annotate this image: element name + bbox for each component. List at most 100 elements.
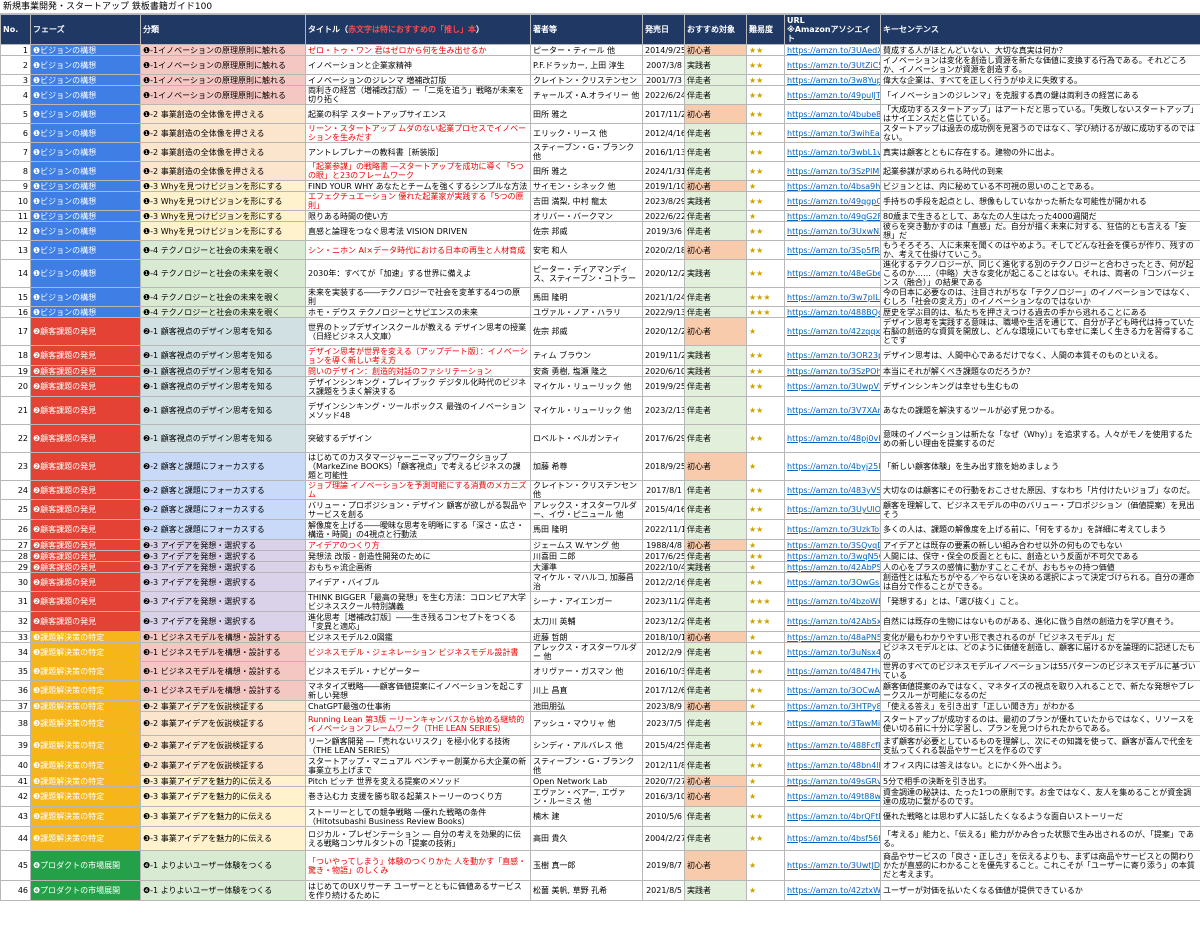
table-row[interactable]: 46 ❹プロダクトの市場展開 ❹-1 よりよいユーザー体験をつくる はじめてのUXリサ… xyxy=(0,880,1200,901)
amazon-link[interactable]: https://amzn.to/3OwGsm8 xyxy=(784,572,881,592)
amazon-link[interactable]: https://amzn.to/3UAedXv xyxy=(784,44,881,56)
table-row[interactable]: 40 ❸課題解決策の特定 ❸-2 事業アイデアを仮説検証する スタートアップ・マニュア… xyxy=(0,755,1200,776)
table-row[interactable]: 38 ❸課題解決策の特定 ❸-2 事業アイデアを仮説検証する Running Lean… xyxy=(0,711,1200,736)
table-row[interactable]: 44 ❸課題解決策の特定 ❸-3 事業アイデアを魅力的に伝える ロジカル・プレゼンテー… xyxy=(0,826,1200,851)
amazon-link[interactable]: https://amzn.to/3wbL1vO xyxy=(784,142,881,162)
amazon-link[interactable]: https://amzn.to/49pulJT xyxy=(784,85,881,105)
table-row[interactable]: 30 ❷顧客課題の発見 ❷-3 アイデアを発想・選択する アイデア・バイブル マイケル・… xyxy=(0,572,1200,592)
amazon-link[interactable]: https://amzn.to/49qgpQ5 xyxy=(784,191,881,211)
table-row[interactable]: 24 ❷顧客課題の発見 ❷-2 顧客と課題にフォーカスする ジョブ理論 イノベーション… xyxy=(0,480,1200,500)
amazon-link[interactable]: https://amzn.to/3UwpV5e xyxy=(784,376,881,397)
amazon-link[interactable]: https://amzn.to/49sGRv0 xyxy=(784,775,881,787)
amazon-link[interactable]: https://amzn.to/3wqN5Ct xyxy=(784,550,881,562)
table-row[interactable]: 25 ❷顧客課題の発見 ❷-2 顧客と課題にフォーカスする バリュー・プロポジション・… xyxy=(0,499,1200,520)
table-row[interactable]: 18 ❷顧客課題の発見 ❷-1 顧客視点のデザイン思考を知る デザイン思考が世界を変え… xyxy=(0,345,1200,366)
table-row[interactable]: 36 ❸課題解決策の特定 ❸-1 ビジネスモデルを構想・設計する マネタイズ戦略――顧… xyxy=(0,680,1200,701)
table-row[interactable]: 10 ❶ビジョンの構想 ❶-3 Whyを見つけビジョンを形にする エフェクチュエーショ… xyxy=(0,191,1200,211)
amazon-link[interactable]: https://amzn.to/42AbSxO xyxy=(784,611,881,632)
header-keysentence[interactable]: キーセンテンス xyxy=(880,14,1200,45)
amazon-link[interactable]: https://amzn.to/48aPN5W xyxy=(784,631,881,643)
table-row[interactable]: 12 ❶ビジョンの構想 ❶-3 Whyを見つけビジョンを形にする 直感と論理をつなぐ思… xyxy=(0,221,1200,241)
amazon-link[interactable]: https://amzn.to/3SzPlMU xyxy=(784,161,881,181)
amazon-link[interactable]: https://amzn.to/3TawMiD xyxy=(784,711,881,736)
amazon-link[interactable]: https://amzn.to/483yVSA xyxy=(784,480,881,500)
table-row[interactable]: 26 ❷顧客課題の発見 ❷-2 顧客と課題にフォーカスする 解像度を上げる――曖昧な思… xyxy=(0,519,1200,540)
amazon-link[interactable]: https://amzn.to/488BQcL xyxy=(784,306,881,318)
table-row[interactable]: 8 ❶ビジョンの構想 ❶-2 事業創造の全体像を押さえる 「起業参謀」の戦略書 ―スタ… xyxy=(0,161,1200,181)
table-row[interactable]: 45 ❹プロダクトの市場展開 ❹-1 よりよいユーザー体験をつくる 「ついやってしまう… xyxy=(0,850,1200,881)
amazon-link[interactable]: https://amzn.to/49qG2Fm xyxy=(784,210,881,222)
table-row[interactable]: 41 ❸課題解決策の特定 ❸-3 事業アイデアを魅力的に伝える Pitch ピッチ 世… xyxy=(0,775,1200,787)
amazon-link[interactable]: https://amzn.to/4brQFtN xyxy=(784,806,881,827)
header-category[interactable]: 分類 xyxy=(140,14,306,45)
table-row[interactable]: 16 ❶ビジョンの構想 ❶-4 テクノロジーと社会の未来を覗く ホモ・デウス テクノロ… xyxy=(0,306,1200,318)
amazon-link[interactable]: https://amzn.to/42ztxW3 xyxy=(784,880,881,901)
amazon-link[interactable]: https://amzn.to/4bzoWHO xyxy=(784,591,881,612)
amazon-link[interactable]: https://amzn.to/4bsa9hX xyxy=(784,180,881,192)
table-row[interactable]: 15 ❶ビジョンの構想 ❶-4 テクノロジーと社会の未来を覗く 未来を実装する――テク… xyxy=(0,287,1200,307)
amazon-link[interactable]: https://amzn.to/48pj0vI xyxy=(784,424,881,453)
amazon-link[interactable]: https://amzn.to/488FcfR xyxy=(784,735,881,756)
table-row[interactable]: 42 ❸課題解決策の特定 ❸-3 事業アイデアを魅力的に伝える 巻き込む力 支援を勝ち… xyxy=(0,786,1200,807)
table-row[interactable]: 6 ❶ビジョンの構想 ❶-2 事業創造の全体像を押さえる リーン・スタートアップ ムダ… xyxy=(0,123,1200,143)
table-row[interactable]: 27 ❷顧客課題の発見 ❷-3 アイデアを発想・選択する アイデアのつくり方 ジェームス… xyxy=(0,539,1200,551)
amazon-link[interactable]: https://amzn.to/3UzkToP xyxy=(784,519,881,540)
amazon-link[interactable]: https://amzn.to/3w8Yup5 xyxy=(784,74,881,86)
table-row[interactable]: 31 ❷顧客課題の発見 ❷-3 アイデアを発想・選択する THINK BIGGER「最… xyxy=(0,591,1200,612)
amazon-link[interactable]: https://amzn.to/3OR23pv xyxy=(784,345,881,366)
header-title[interactable]: タイトル（赤文字は特におすすめの「推し」本） xyxy=(305,14,531,45)
header-date[interactable]: 発売日 xyxy=(642,14,685,45)
amazon-link[interactable]: https://amzn.to/42AbPSE xyxy=(784,561,881,573)
table-row[interactable]: 37 ❸課題解決策の特定 ❸-2 事業アイデアを仮説検証する ChatGPT最強の仕事… xyxy=(0,700,1200,712)
amazon-link[interactable]: https://amzn.to/48bn4lF xyxy=(784,755,881,776)
amazon-link[interactable]: https://amzn.to/4847Hvf xyxy=(784,661,881,681)
table-row[interactable]: 3 ❶ビジョンの構想 ❶-1イノベーションの原理原則に触れる イノベーションのジレンマ… xyxy=(0,74,1200,86)
table-row[interactable]: 34 ❸課題解決策の特定 ❸-1 ビジネスモデルを構想・設計する ビジネスモデル・ジェ… xyxy=(0,642,1200,662)
header-author[interactable]: 著者等 xyxy=(530,14,643,45)
header-target[interactable]: おすすめ対象 xyxy=(684,14,747,45)
table-row[interactable]: 22 ❷顧客課題の発見 ❷-1 顧客視点のデザイン思考を知る 突破するデザイン ロベルト… xyxy=(0,424,1200,453)
table-row[interactable]: 39 ❸課題解決策の特定 ❸-2 事業アイデアを仮説検証する リーン顧客開発 ―「売れ… xyxy=(0,735,1200,756)
amazon-link[interactable]: https://amzn.to/4byj25l xyxy=(784,452,881,481)
amazon-link[interactable]: https://amzn.to/3UxwN2c xyxy=(784,221,881,241)
amazon-link[interactable]: https://amzn.to/48eGbeg xyxy=(784,259,881,288)
table-row[interactable]: 19 ❷顧客課題の発見 ❷-1 顧客視点のデザイン思考を知る 問いのデザイン：創造的対… xyxy=(0,365,1200,377)
amazon-link[interactable]: https://amzn.to/3SQvqDS xyxy=(784,539,881,551)
table-row[interactable]: 4 ❶ビジョンの構想 ❶-1イノベーションの原理原則に触れる 両利きの経営（増補改訂版… xyxy=(0,85,1200,105)
table-row[interactable]: 11 ❶ビジョンの構想 ❶-3 Whyを見つけビジョンを形にする 限りある時間の使い方… xyxy=(0,210,1200,222)
table-row[interactable]: 28 ❷顧客課題の発見 ❷-3 アイデアを発想・選択する 発想法 改版 - 創造性開発… xyxy=(0,550,1200,562)
header-difficulty[interactable]: 難易度 xyxy=(746,14,785,45)
table-row[interactable]: 7 ❶ビジョンの構想 ❶-2 事業創造の全体像を押さえる アントレプレナーの教科書［新… xyxy=(0,142,1200,162)
header-phase[interactable]: フェーズ xyxy=(30,14,141,45)
table-row[interactable]: 9 ❶ビジョンの構想 ❶-3 Whyを見つけビジョンを形にする FIND YOUR W… xyxy=(0,180,1200,192)
amazon-link[interactable]: https://amzn.to/4bube8O xyxy=(784,104,881,124)
table-row[interactable]: 29 ❷顧客課題の発見 ❷-3 アイデアを発想・選択する おもちゃ流企画術 大澤準 202… xyxy=(0,561,1200,573)
amazon-link[interactable]: https://amzn.to/3UyUlOX xyxy=(784,499,881,520)
header-url[interactable]: URL ※Amazonアソシエイト xyxy=(784,14,881,45)
amazon-link[interactable]: https://amzn.to/3UwtJDy xyxy=(784,850,881,881)
table-row[interactable]: 33 ❸課題解決策の特定 ❸-1 ビジネスモデルを構想・設計する ビジネスモデル2.0… xyxy=(0,631,1200,643)
table-row[interactable]: 1 ❶ビジョンの構想 ❶-1イノベーションの原理原則に触れる ゼロ・トゥ・ワン 君はゼ… xyxy=(0,44,1200,56)
amazon-link[interactable]: https://amzn.to/3OCwAqL xyxy=(784,680,881,701)
table-row[interactable]: 21 ❷顧客課題の発見 ❷-1 顧客視点のデザイン思考を知る デザインシンキング・ツー… xyxy=(0,396,1200,425)
amazon-link[interactable]: https://amzn.to/49t88wr xyxy=(784,786,881,807)
table-row[interactable]: 20 ❷顧客課題の発見 ❷-1 顧客視点のデザイン思考を知る デザインシンキング・プレ… xyxy=(0,376,1200,397)
amazon-link[interactable]: https://amzn.to/3SzPOhU xyxy=(784,365,881,377)
amazon-link[interactable]: https://amzn.to/3V7XAmk xyxy=(784,396,881,425)
table-row[interactable]: 23 ❷顧客課題の発見 ❷-2 顧客と課題にフォーカスする はじめてのカスタマージャー… xyxy=(0,452,1200,481)
table-row[interactable]: 43 ❸課題解決策の特定 ❸-3 事業アイデアを魅力的に伝える ストーリーとしての競争… xyxy=(0,806,1200,827)
table-row[interactable]: 32 ❷顧客課題の発見 ❷-3 アイデアを発想・選択する 進化思考［増補改訂版］――生… xyxy=(0,611,1200,632)
table-row[interactable]: 35 ❸課題解決策の特定 ❸-1 ビジネスモデルを構想・設計する ビジネスモデル・ナビ… xyxy=(0,661,1200,681)
table-row[interactable]: 14 ❶ビジョンの構想 ❶-4 テクノロジーと社会の未来を覗く 2030年：すべてが「… xyxy=(0,259,1200,288)
table-row[interactable]: 13 ❶ビジョンの構想 ❶-4 テクノロジーと社会の未来を覗く シン・ニホン AI×デ… xyxy=(0,240,1200,260)
amazon-link[interactable]: https://amzn.to/3HTPy8w xyxy=(784,700,881,712)
header-no[interactable]: No. xyxy=(0,14,31,45)
amazon-link[interactable]: https://amzn.to/4bsf56f xyxy=(784,826,881,851)
table-row[interactable]: 2 ❶ビジョンの構想 ❶-1イノベーションの原理原則に触れる イノベーションと企業家精… xyxy=(0,55,1200,75)
amazon-link[interactable]: https://amzn.to/3UtZiC5 xyxy=(784,55,881,75)
amazon-link[interactable]: https://amzn.to/42zqqxi xyxy=(784,317,881,346)
amazon-link[interactable]: https://amzn.to/3uNsx4h xyxy=(784,642,881,662)
amazon-link[interactable]: https://amzn.to/3w7pILH xyxy=(784,287,881,307)
amazon-link[interactable]: https://amzn.to/3wihEaE xyxy=(784,123,881,143)
table-row[interactable]: 5 ❶ビジョンの構想 ❶-2 事業創造の全体像を押さえる 起業の科学 スタートアップサ… xyxy=(0,104,1200,124)
